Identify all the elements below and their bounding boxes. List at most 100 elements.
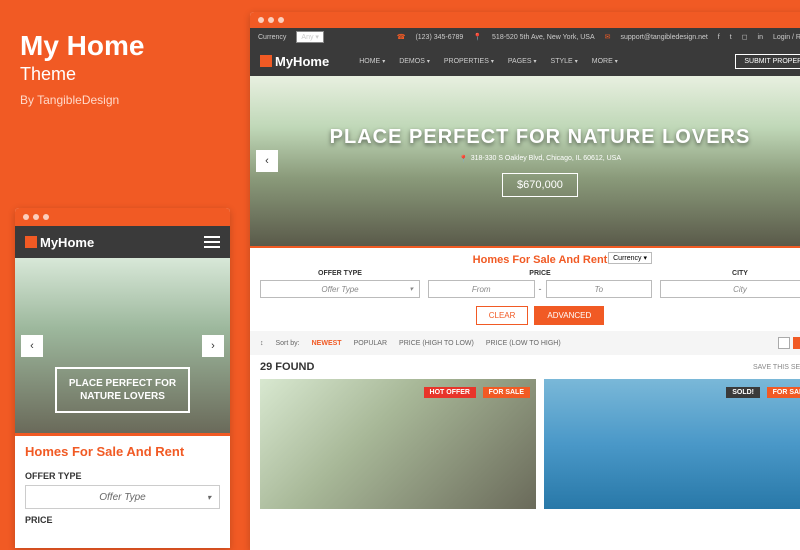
card-view-icon[interactable] (793, 337, 800, 349)
search-title: Homes For Sale And Rent (260, 254, 800, 266)
desktop-preview: Currency Any ▾ ☎ (123) 345-6789 📍 518-52… (250, 12, 800, 550)
sort-row: ↕ Sort by: NEWEST POPULAR PRICE (HIGH TO… (250, 331, 800, 355)
hot-offer-badge: HOT OFFER (424, 387, 476, 398)
linkedin-icon[interactable]: in (758, 34, 763, 41)
currency-select[interactable]: Any ▾ (296, 31, 324, 43)
phone-text: (123) 345-6789 (415, 34, 463, 41)
mobile-header: MyHome (15, 226, 230, 258)
nav-more[interactable]: MORE▾ (586, 54, 624, 69)
next-arrow-icon[interactable]: › (202, 335, 224, 357)
window-dot (258, 17, 264, 23)
price-col: Currency ▾ PRICE From - To (428, 270, 652, 298)
address-text: 518-520 5th Ave, New York, USA (492, 34, 595, 41)
chevron-down-icon: ▾ (207, 493, 211, 502)
price-separator: - (539, 284, 542, 294)
twitter-icon[interactable]: t (730, 34, 732, 41)
top-strip: Currency Any ▾ ☎ (123) 345-6789 📍 518-52… (250, 28, 800, 46)
facebook-icon[interactable]: f (718, 34, 720, 41)
mobile-search-title: Homes For Sale And Rent (15, 433, 230, 467)
logo-text: MyHome (275, 54, 329, 69)
main-nav: MyHome HOME▾ DEMOS▾ PROPERTIES▾ PAGES▾ S… (250, 46, 800, 76)
prev-arrow-icon[interactable]: ‹ (256, 150, 278, 172)
offer-type-value: Offer Type (99, 492, 146, 503)
promo-title: My Home (20, 30, 144, 62)
sort-popular[interactable]: POPULAR (354, 340, 387, 347)
instagram-icon[interactable]: ◻ (742, 33, 748, 41)
property-cards: HOT OFFER FOR SALE SOLD! FOR SALE (250, 379, 800, 509)
currency-mini-select[interactable]: Currency ▾ (608, 252, 652, 264)
promo-subtitle: Theme (20, 64, 144, 85)
mobile-hero: ‹ › PLACE PERFECT FOR NATURE LOVERS (15, 258, 230, 433)
price-from-input[interactable]: From (428, 280, 535, 298)
city-col: CITY City▾ (660, 270, 800, 298)
hero-price: $670,000 (502, 173, 578, 197)
price-to-input[interactable]: To (546, 280, 653, 298)
phone-icon: ☎ (397, 33, 406, 41)
window-dot (43, 214, 49, 220)
search-panel: Homes For Sale And Rent OFFER TYPE Offer… (250, 246, 800, 331)
hero-line-1: PLACE PERFECT FOR (69, 377, 176, 390)
offer-type-select[interactable]: Offer Type ▾ (25, 485, 220, 509)
results-count: 29 FOUND (260, 361, 314, 373)
currency-label: Currency (258, 34, 286, 41)
offer-type-col: OFFER TYPE Offer Type▾ (260, 270, 420, 298)
desktop-hero: ‹ › PLACE PERFECT FOR NATURE LOVERS 📍 31… (250, 76, 800, 246)
login-link[interactable]: Login / Register (773, 34, 800, 41)
chevron-down-icon: ▾ (534, 58, 537, 65)
offer-type-label: OFFER TYPE (318, 270, 362, 277)
sort-price-high[interactable]: PRICE (HIGH TO LOW) (399, 340, 474, 347)
grid-view-icon[interactable] (778, 337, 790, 349)
pin-icon: 📍 (459, 155, 468, 163)
mobile-window-bar (15, 208, 230, 226)
city-select[interactable]: City▾ (660, 280, 800, 298)
desktop-window-bar (250, 12, 800, 28)
offer-type-select[interactable]: Offer Type▾ (260, 280, 420, 298)
submit-property-button[interactable]: SUBMIT PROPERTY (735, 54, 800, 69)
nav-home[interactable]: HOME▾ (353, 54, 391, 69)
sort-price-low[interactable]: PRICE (LOW TO HIGH) (486, 340, 561, 347)
offer-type-label: OFFER TYPE (15, 467, 230, 483)
sort-label: Sort by: (276, 340, 300, 347)
hero-line-2: NATURE LOVERS (69, 390, 176, 403)
logo-icon (25, 236, 37, 248)
chevron-down-icon: ▾ (615, 58, 618, 65)
desktop-logo[interactable]: MyHome (260, 54, 329, 69)
logo-icon (260, 55, 272, 67)
pin-icon: 📍 (473, 33, 482, 41)
promo-block: My Home Theme By TangibleDesign (20, 30, 144, 107)
prev-arrow-icon[interactable]: ‹ (21, 335, 43, 357)
email-text: support@tangibledesign.net (621, 34, 708, 41)
window-dot (23, 214, 29, 220)
mobile-logo[interactable]: MyHome (25, 235, 94, 250)
chevron-down-icon: ▾ (409, 285, 413, 293)
nav-style[interactable]: STYLE▾ (545, 54, 584, 69)
sort-newest[interactable]: NEWEST (312, 340, 342, 347)
chevron-down-icon: ▾ (382, 58, 385, 65)
save-search-link[interactable]: SAVE THIS SEARCH (753, 364, 800, 371)
city-label: CITY (732, 270, 748, 277)
for-sale-badge: FOR SALE (483, 387, 530, 398)
window-dot (268, 17, 274, 23)
promo-byline: By TangibleDesign (20, 93, 144, 107)
chevron-down-icon: ▾ (491, 58, 494, 65)
hamburger-icon[interactable] (204, 236, 220, 248)
chevron-down-icon: ▾ (427, 58, 430, 65)
hero-address: 📍 318-330 S Oakley Blvd, Chicago, IL 606… (459, 155, 621, 163)
advanced-button[interactable]: ADVANCED (534, 306, 604, 325)
property-card[interactable]: SOLD! FOR SALE (544, 379, 800, 509)
clear-button[interactable]: CLEAR (476, 306, 529, 325)
mail-icon: ✉ (605, 33, 611, 41)
hero-title: PLACE PERFECT FOR NATURE LOVERS (330, 126, 751, 149)
mobile-search-panel: Homes For Sale And Rent OFFER TYPE Offer… (15, 433, 230, 527)
window-dot (33, 214, 39, 220)
nav-pages[interactable]: PAGES▾ (502, 54, 543, 69)
nav-demos[interactable]: DEMOS▾ (393, 54, 436, 69)
for-sale-badge: FOR SALE (767, 387, 800, 398)
sold-badge: SOLD! (726, 387, 760, 398)
nav-properties[interactable]: PROPERTIES▾ (438, 54, 500, 69)
property-card[interactable]: HOT OFFER FOR SALE (260, 379, 536, 509)
logo-text: MyHome (40, 235, 94, 250)
window-dot (278, 17, 284, 23)
price-label: PRICE (15, 511, 230, 527)
price-label: PRICE (529, 270, 550, 277)
